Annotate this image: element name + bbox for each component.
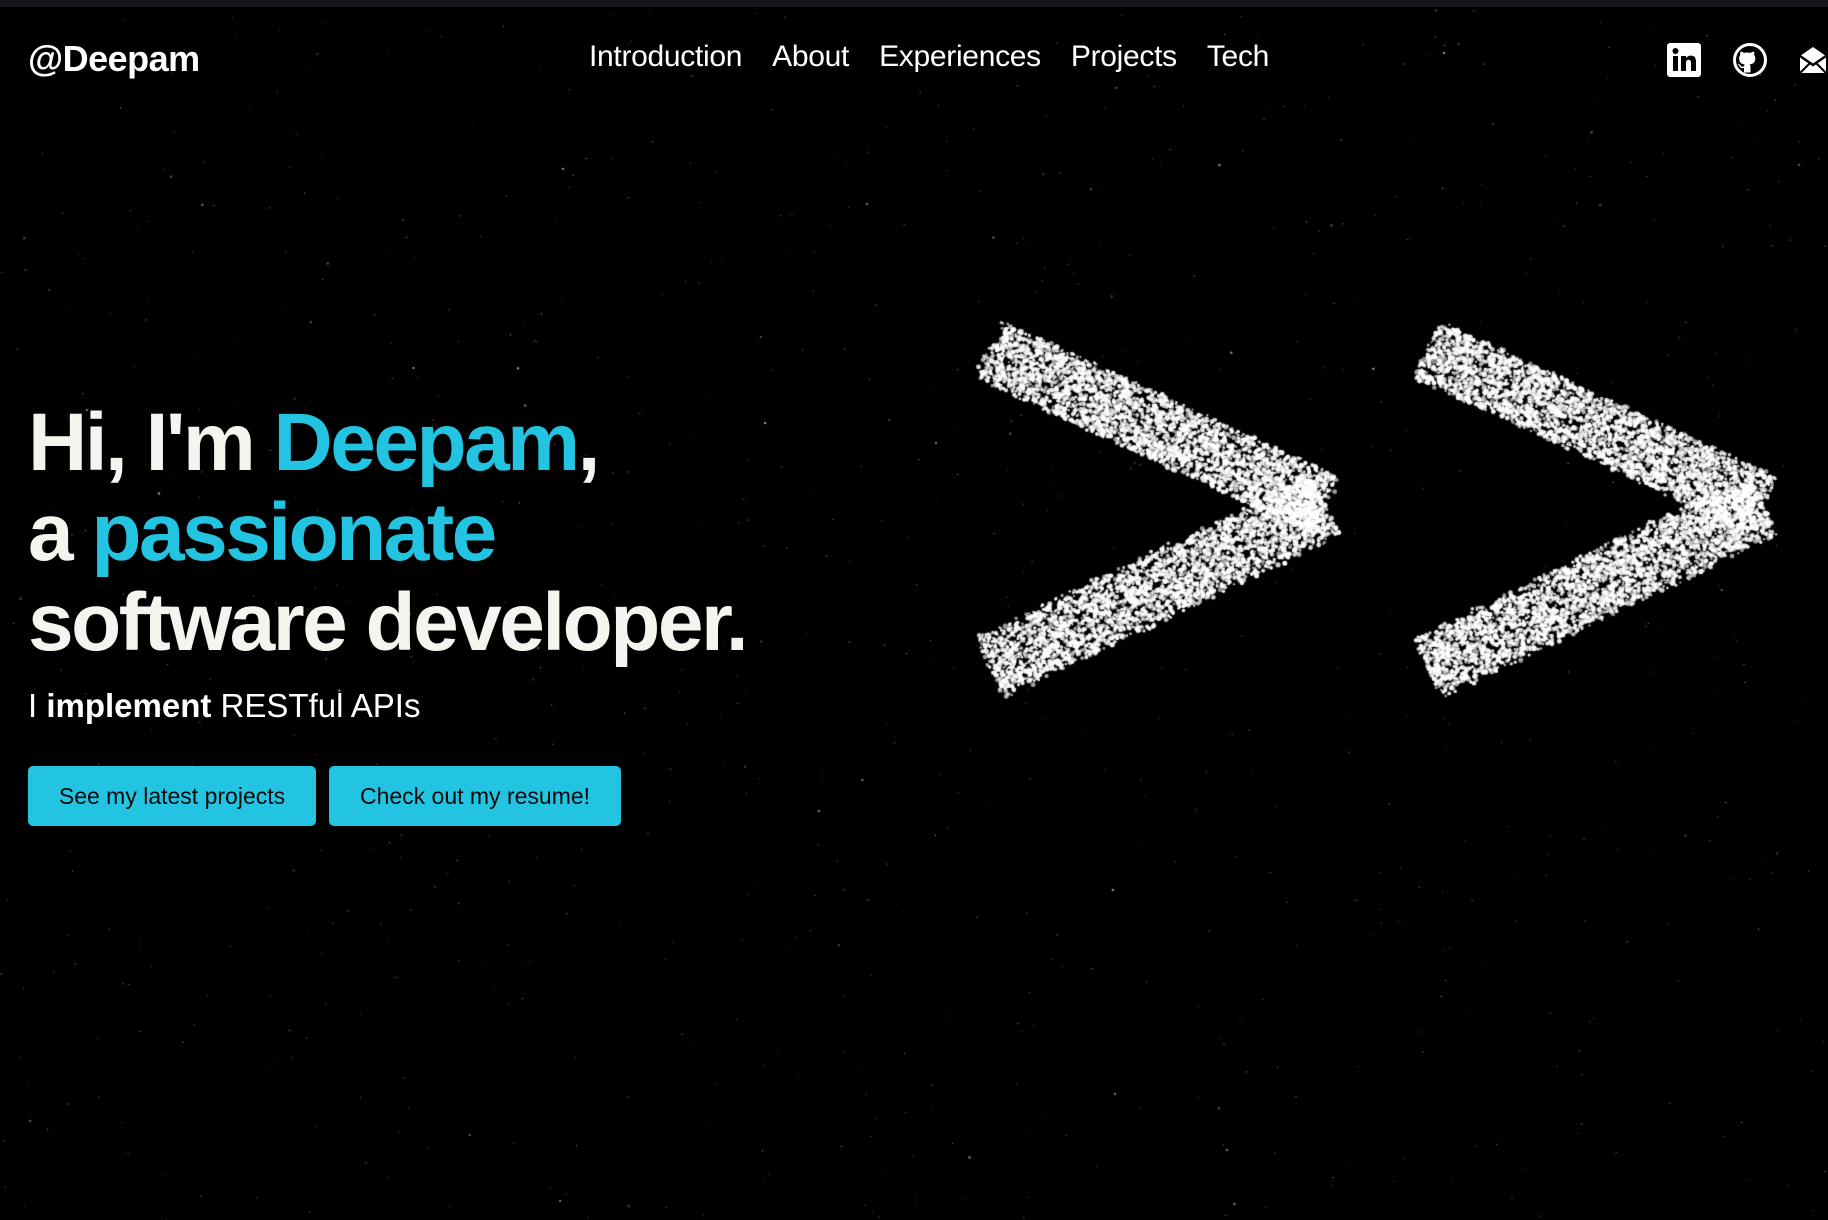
tagline-prefix: I xyxy=(28,687,47,724)
navbar: @Deepam Introduction About Experiences P… xyxy=(0,0,1828,120)
nav-link-introduction[interactable]: Introduction xyxy=(589,40,742,74)
hero-button-row: See my latest projects Check out my resu… xyxy=(28,766,928,826)
nav-link-about[interactable]: About xyxy=(772,40,849,74)
tagline-verb: implement xyxy=(46,687,212,724)
double-chevron-particle-graphic xyxy=(960,290,1828,730)
nav-links: Introduction About Experiences Projects … xyxy=(589,40,1269,74)
see-projects-button[interactable]: See my latest projects xyxy=(28,766,316,826)
headline-greeting: Hi, I'm xyxy=(28,397,274,488)
brand-logo[interactable]: @Deepam xyxy=(28,38,200,80)
headline-line2-accent: passionate xyxy=(91,487,497,578)
linkedin-icon[interactable] xyxy=(1666,42,1702,78)
headline-name: Deepam xyxy=(273,397,581,488)
tagline-object: RESTful APIs xyxy=(211,687,421,724)
nav-link-tech[interactable]: Tech xyxy=(1207,40,1269,74)
github-icon[interactable] xyxy=(1732,42,1768,78)
mail-icon[interactable] xyxy=(1798,42,1828,78)
nav-link-projects[interactable]: Projects xyxy=(1071,40,1177,74)
headline-line3: software developer. xyxy=(28,577,749,668)
headline-comma: , xyxy=(577,397,601,488)
hero-headline: Hi, I'm Deepam, a passionate software de… xyxy=(28,398,928,668)
hero-tagline: I implement RESTful APIs xyxy=(28,686,928,726)
resume-button[interactable]: Check out my resume! xyxy=(329,766,621,826)
page: @Deepam Introduction About Experiences P… xyxy=(0,0,1828,1220)
headline-line2-prefix: a xyxy=(28,487,92,578)
hero-section: Hi, I'm Deepam, a passionate software de… xyxy=(28,398,928,826)
nav-link-experiences[interactable]: Experiences xyxy=(879,40,1041,74)
